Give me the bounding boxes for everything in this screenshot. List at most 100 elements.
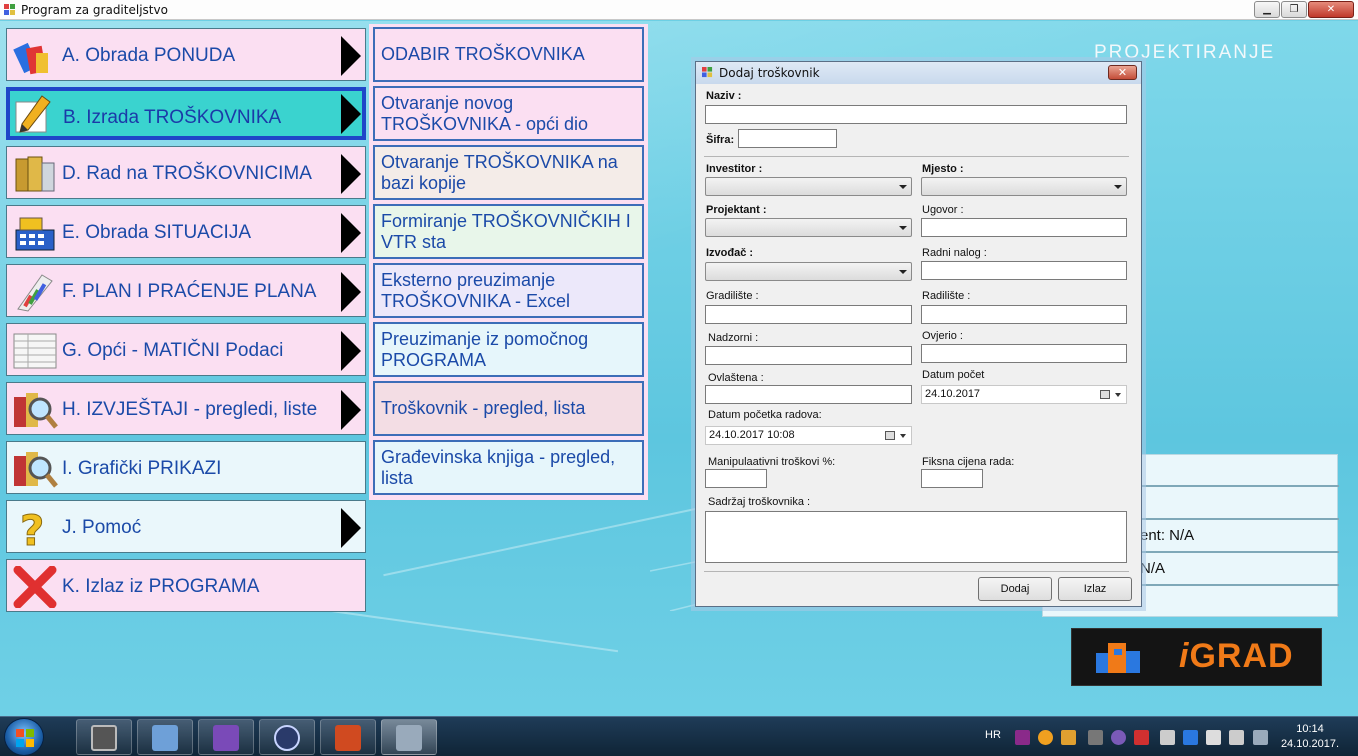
taskbar-app-media[interactable] bbox=[76, 719, 132, 755]
igrad-logo: iGRAD bbox=[1071, 628, 1322, 686]
bluetooth-tray-icon[interactable] bbox=[1183, 730, 1198, 745]
ugovor-label: Ugovor : bbox=[922, 204, 964, 216]
submenu-item-novi[interactable]: Otvaranje novog TROŠKOVNIKA - opći dio bbox=[373, 86, 644, 141]
submenu-arrow-icon bbox=[341, 154, 361, 194]
app-icon bbox=[4, 4, 15, 15]
network-tray-icon[interactable] bbox=[1160, 730, 1175, 745]
datum-pocetka-radova-picker[interactable]: 24.10.2017 10:08 bbox=[705, 426, 912, 445]
menu-item-izlaz[interactable]: K. Izlaz iz PROGRAMA bbox=[6, 559, 366, 612]
exit-x-icon bbox=[13, 566, 57, 608]
menu-item-pomoc[interactable]: ? J. Pomoć bbox=[6, 500, 366, 553]
naziv-input[interactable] bbox=[705, 105, 1127, 124]
submenu-arrow-icon bbox=[341, 213, 361, 253]
pdf-tray-icon[interactable] bbox=[1134, 730, 1149, 745]
table-icon bbox=[13, 333, 57, 369]
izvodac-dropdown[interactable] bbox=[705, 262, 912, 281]
flag-tray-icon[interactable] bbox=[1206, 730, 1221, 745]
menu-item-label: B. Izrada TROŠKOVNIKA bbox=[63, 107, 282, 128]
menu-item-label: F. PLAN I PRAĆENJE PLANA bbox=[62, 281, 317, 302]
volume-tray-icon[interactable] bbox=[1229, 730, 1244, 745]
submenu-item-excel[interactable]: Eksterno preuzimanje TROŠKOVNIKA - Excel bbox=[373, 263, 644, 318]
visual-studio-icon bbox=[213, 725, 239, 751]
ovlastena-input[interactable] bbox=[705, 385, 912, 404]
language-indicator[interactable]: HR bbox=[985, 729, 1001, 741]
datum-pocet-picker[interactable]: 24.10.2017 bbox=[921, 385, 1127, 404]
calendar-icon[interactable] bbox=[885, 431, 895, 440]
mjesto-label: Mjesto : bbox=[922, 163, 964, 175]
menu-item-izrada-troskovnika[interactable]: B. Izrada TROŠKOVNIKA bbox=[6, 87, 366, 140]
chevron-down-icon bbox=[900, 434, 906, 438]
exit-button[interactable]: Izlaz bbox=[1058, 577, 1132, 601]
building-logo-icon bbox=[1096, 643, 1140, 673]
chevron-down-icon bbox=[1114, 185, 1122, 189]
mjesto-dropdown[interactable] bbox=[921, 177, 1127, 196]
investitor-dropdown[interactable] bbox=[705, 177, 912, 196]
menu-item-rad-na-troskovnicima[interactable]: D. Rad na TROŠKOVNICIMA bbox=[6, 146, 366, 199]
start-button[interactable] bbox=[4, 718, 44, 756]
taskbar-app-browser[interactable] bbox=[259, 719, 315, 755]
submenu-arrow-icon bbox=[341, 390, 361, 430]
calendar-icon[interactable] bbox=[1100, 390, 1110, 399]
submenu-item-pregled[interactable]: Troškovnik - pregled, lista bbox=[373, 381, 644, 436]
projektant-dropdown[interactable] bbox=[705, 218, 912, 237]
taskbar-app-visual-studio[interactable] bbox=[198, 719, 254, 755]
menu-item-maticni-podaci[interactable]: G. Opći - MATIČNI Podaci bbox=[6, 323, 366, 376]
media-app-icon bbox=[91, 725, 117, 751]
cash-register-icon bbox=[15, 217, 55, 251]
app-tray-icon[interactable] bbox=[1111, 730, 1126, 745]
menu-item-label: K. Izlaz iz PROGRAMA bbox=[62, 576, 260, 597]
submenu-arrow-icon bbox=[341, 331, 361, 371]
settings-tray-icon[interactable] bbox=[1088, 730, 1103, 745]
chevron-down-icon bbox=[1115, 393, 1121, 397]
ovjerio-input[interactable] bbox=[921, 344, 1127, 363]
nadzorni-input[interactable] bbox=[705, 346, 912, 365]
gradiliste-label: Gradilište : bbox=[706, 290, 759, 302]
submenu-item-odabir[interactable]: ODABIR TROŠKOVNIKA bbox=[373, 27, 644, 82]
submenu-item-formiranje[interactable]: Formiranje TROŠKOVNIČKIH I VTR sta bbox=[373, 204, 644, 259]
taskbar-app-program[interactable] bbox=[381, 719, 437, 755]
folder-tray-icon[interactable] bbox=[1061, 730, 1076, 745]
submenu-item-kopija[interactable]: Otvaranje TROŠKOVNIKA na bazi kopije bbox=[373, 145, 644, 200]
menu-item-izvjestaji[interactable]: H. IZVJEŠTAJI - pregledi, liste bbox=[6, 382, 366, 435]
manipulativni-troskovi-label: Manipulaativni troškovi %: bbox=[708, 456, 836, 468]
taskbar-app-computer[interactable] bbox=[137, 719, 193, 755]
maximize-button[interactable]: ❐ bbox=[1281, 1, 1307, 18]
submenu-item-pomocni-program[interactable]: Preuzimanje iz pomočnog PROGRAMA bbox=[373, 322, 644, 377]
sifra-input[interactable] bbox=[738, 129, 837, 148]
menu-item-obrada-situacija[interactable]: E. Obrada SITUACIJA bbox=[6, 205, 366, 258]
menu-item-plan[interactable]: F. PLAN I PRAĆENJE PLANA bbox=[6, 264, 366, 317]
menu-item-label: A. Obrada PONUDA bbox=[62, 45, 236, 66]
datum-pocet-label: Datum počet bbox=[922, 369, 985, 381]
izvodac-label: Izvođač : bbox=[706, 247, 754, 259]
sadrzaj-textarea[interactable] bbox=[705, 511, 1127, 563]
minimize-button[interactable]: ▁ bbox=[1254, 1, 1280, 18]
magnifier-chart-icon bbox=[14, 452, 58, 488]
radni-nalog-input[interactable] bbox=[921, 261, 1127, 280]
menu-item-obrada-ponuda[interactable]: A. Obrada PONUDA bbox=[6, 28, 366, 81]
dialog-close-button[interactable]: ✕ bbox=[1108, 65, 1137, 80]
radiliste-input[interactable] bbox=[921, 305, 1127, 324]
title-bar[interactable]: Program za graditeljstvo ▁ ❐ ✕ bbox=[0, 0, 1358, 20]
main-window: Program za graditeljstvo ▁ ❐ ✕ PROJEKTIR… bbox=[0, 0, 1358, 716]
manipulativni-troskovi-input[interactable] bbox=[705, 469, 767, 488]
dialog-title-bar[interactable]: Dodaj troškovnik ✕ bbox=[696, 62, 1141, 84]
taskbar: HR 10:14 24.10.2017. bbox=[0, 716, 1358, 756]
windows-logo-icon bbox=[16, 729, 34, 747]
fiksna-cijena-input[interactable] bbox=[921, 469, 983, 488]
menu-item-label: H. IZVJEŠTAJI - pregledi, liste bbox=[62, 399, 318, 420]
close-button[interactable]: ✕ bbox=[1308, 1, 1354, 18]
submenu-item-gradevinska-knjiga[interactable]: Građevinska knjiga - pregled, lista bbox=[373, 440, 644, 495]
update-tray-icon[interactable] bbox=[1038, 730, 1053, 745]
investitor-label: Investitor : bbox=[706, 163, 763, 175]
fiksna-cijena-label: Fiksna cijena rada: bbox=[922, 456, 1015, 468]
logo-text: iGRAD bbox=[1179, 637, 1294, 675]
gradiliste-input[interactable] bbox=[705, 305, 912, 324]
menu-item-graficki-prikazi[interactable]: I. Grafički PRIKAZI bbox=[6, 441, 366, 494]
power-tray-icon[interactable] bbox=[1253, 730, 1268, 745]
taskbar-app-powerpoint[interactable] bbox=[320, 719, 376, 755]
onenote-tray-icon[interactable] bbox=[1015, 730, 1030, 745]
submenu-arrow-icon bbox=[341, 508, 361, 548]
ugovor-input[interactable] bbox=[921, 218, 1127, 237]
clock[interactable]: 10:14 24.10.2017. bbox=[1280, 722, 1340, 752]
add-button[interactable]: Dodaj bbox=[978, 577, 1052, 601]
